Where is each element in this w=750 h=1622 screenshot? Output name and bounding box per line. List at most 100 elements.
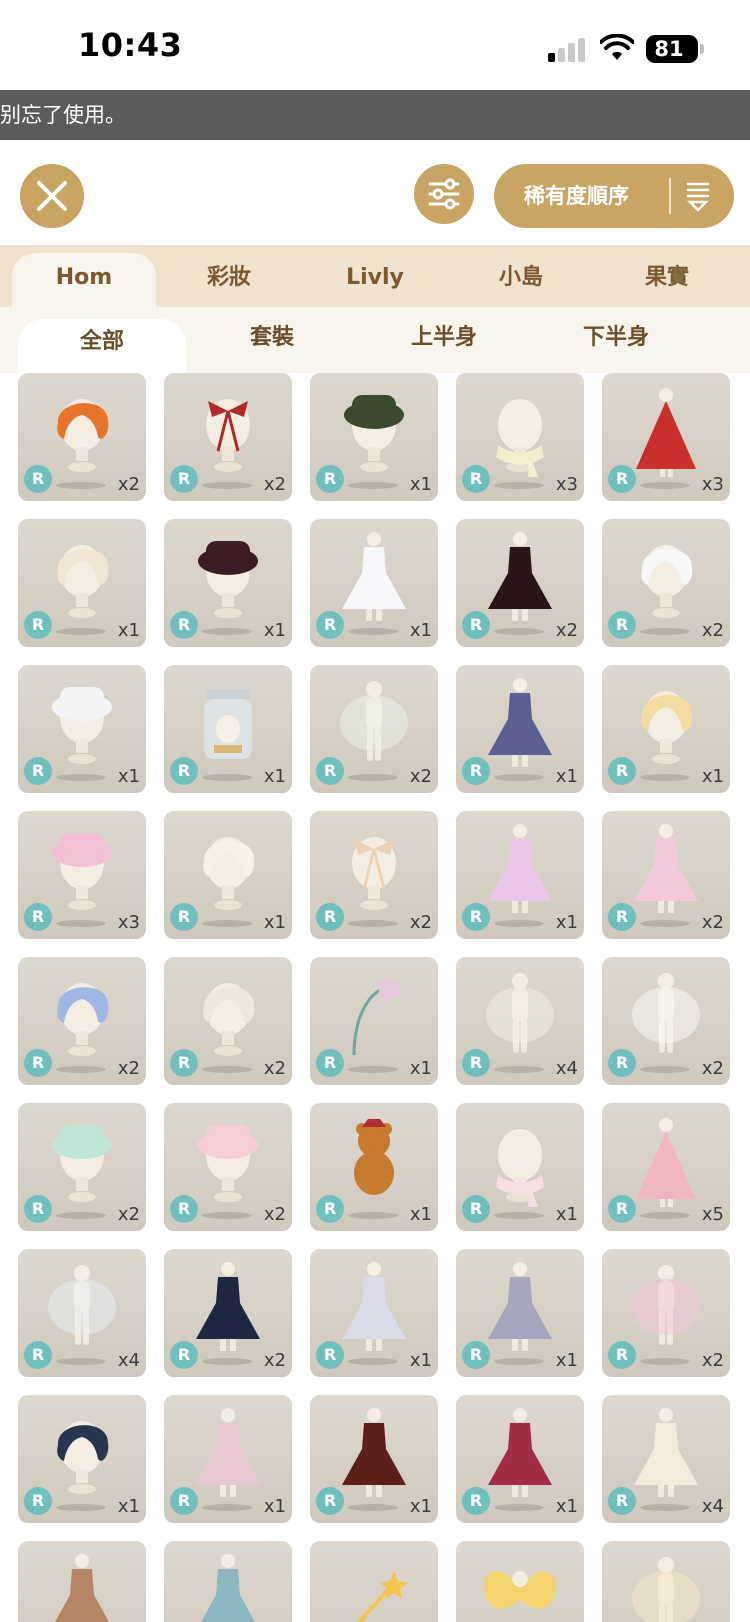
inventory-item[interactable] xyxy=(18,1541,146,1622)
inventory-item[interactable]: Rx2 xyxy=(602,811,730,939)
subcategory-tabs: 全部 套裝 上半身 下半身 xyxy=(0,307,750,373)
rarity-badge: R xyxy=(24,1049,52,1077)
tab-set[interactable]: 套裝 xyxy=(186,307,358,373)
inventory-item[interactable]: Rx1 xyxy=(456,1395,584,1523)
item-quantity: x3 xyxy=(555,474,578,495)
close-icon xyxy=(37,181,67,211)
inventory-item[interactable]: Rx2 xyxy=(602,957,730,1085)
inventory-item[interactable]: Rx3 xyxy=(456,373,584,501)
inventory-item[interactable]: Rx1 xyxy=(164,665,292,793)
rarity-badge: R xyxy=(608,465,636,493)
item-shadow xyxy=(202,920,252,927)
inventory-item[interactable]: Rx3 xyxy=(18,811,146,939)
item-dress-icon xyxy=(201,1554,255,1622)
item-quantity: x2 xyxy=(701,912,724,933)
item-shadow xyxy=(494,1212,544,1219)
item-quantity: x1 xyxy=(409,620,432,641)
inventory-item[interactable]: Rx4 xyxy=(602,1395,730,1523)
close-button[interactable] xyxy=(20,164,84,228)
item-shadow xyxy=(640,1358,690,1365)
item-shadow xyxy=(348,482,398,489)
item-quantity: x1 xyxy=(409,1204,432,1225)
inventory-item[interactable]: Rx1 xyxy=(456,665,584,793)
tab-upper-body[interactable]: 上半身 xyxy=(358,307,530,373)
cellular-signal-icon xyxy=(548,36,588,62)
inventory-item[interactable]: Rx1 xyxy=(164,519,292,647)
inventory-item[interactable]: Rx1 xyxy=(164,1395,292,1523)
inventory-item[interactable]: Rx1 xyxy=(310,1103,438,1231)
inventory-item[interactable]: Rx4 xyxy=(18,1249,146,1377)
inventory-item[interactable]: Rx2 xyxy=(18,957,146,1085)
tab-fruit[interactable]: 果實 xyxy=(594,245,740,307)
rarity-badge: R xyxy=(24,1195,52,1223)
item-shadow xyxy=(348,920,398,927)
tab-livly[interactable]: Livly xyxy=(302,245,448,307)
status-time: 10:43 xyxy=(78,26,183,64)
inventory-item[interactable]: Rx1 xyxy=(310,373,438,501)
inventory-item[interactable]: Rx1 xyxy=(310,519,438,647)
item-quantity: x4 xyxy=(555,1058,578,1079)
inventory-item[interactable] xyxy=(456,1541,584,1622)
item-quantity: x2 xyxy=(701,1350,724,1371)
tab-island[interactable]: 小島 xyxy=(448,245,594,307)
tab-all[interactable]: 全部 xyxy=(18,319,186,373)
inventory-item[interactable] xyxy=(310,1541,438,1622)
tab-hom[interactable]: Hom xyxy=(12,253,156,307)
inventory-item[interactable]: Rx1 xyxy=(310,957,438,1085)
item-quantity: x1 xyxy=(409,1496,432,1517)
rarity-badge: R xyxy=(608,1487,636,1515)
item-dress-icon xyxy=(196,1408,260,1497)
tab-lower-body[interactable]: 下半身 xyxy=(530,307,702,373)
inventory-item[interactable]: Rx5 xyxy=(602,1103,730,1231)
item-ribbon-icon xyxy=(352,837,396,910)
item-grid: Rx2 Rx2 Rx1 Rx3 Rx3 Rx1 Rx1 Rx1 Rx2 Rx2 Rx1 Rx1 Rx2 R… xyxy=(0,373,750,1622)
inventory-item[interactable]: Rx3 xyxy=(602,373,730,501)
item-hat-icon xyxy=(52,1125,112,1202)
inventory-item[interactable]: Rx2 xyxy=(310,811,438,939)
inventory-item[interactable] xyxy=(164,1541,292,1622)
inventory-item[interactable]: Rx1 xyxy=(18,1395,146,1523)
inventory-item[interactable]: Rx2 xyxy=(18,1103,146,1231)
item-quantity: x2 xyxy=(263,474,286,495)
inventory-item[interactable]: Rx1 xyxy=(602,665,730,793)
rarity-badge: R xyxy=(608,903,636,931)
filter-button[interactable] xyxy=(414,164,474,224)
rarity-badge: R xyxy=(170,1195,198,1223)
item-quantity: x2 xyxy=(117,474,140,495)
inventory-item[interactable]: Rx2 xyxy=(164,957,292,1085)
inventory-item[interactable]: Rx1 xyxy=(18,519,146,647)
item-quantity: x5 xyxy=(701,1204,724,1225)
inventory-item[interactable]: Rx1 xyxy=(456,811,584,939)
inventory-item[interactable]: Rx4 xyxy=(456,957,584,1085)
inventory-item[interactable]: Rx2 xyxy=(164,373,292,501)
inventory-item[interactable]: Rx1 xyxy=(456,1249,584,1377)
item-body-icon xyxy=(486,973,554,1053)
item-dress-icon xyxy=(634,1408,698,1497)
inventory-item[interactable]: Rx1 xyxy=(164,811,292,939)
inventory-item[interactable]: Rx1 xyxy=(310,1395,438,1523)
inventory-item[interactable]: Rx2 xyxy=(456,519,584,647)
tab-makeup[interactable]: 彩妝 xyxy=(156,245,302,307)
inventory-item[interactable]: Rx1 xyxy=(310,1249,438,1377)
item-ribbon-icon xyxy=(206,399,250,472)
inventory-item[interactable]: Rx2 xyxy=(310,665,438,793)
item-quantity: x4 xyxy=(701,1496,724,1517)
item-cape-icon xyxy=(636,1118,696,1207)
item-quantity: x2 xyxy=(117,1058,140,1079)
item-shadow xyxy=(56,1066,106,1073)
inventory-item[interactable]: Rx1 xyxy=(456,1103,584,1231)
item-quantity: x2 xyxy=(409,912,432,933)
item-body-icon xyxy=(48,1265,116,1345)
rarity-badge: R xyxy=(170,903,198,931)
inventory-item[interactable]: Rx2 xyxy=(602,519,730,647)
inventory-item[interactable]: Rx2 xyxy=(164,1249,292,1377)
sort-button[interactable]: 稀有度順序 xyxy=(494,164,734,228)
item-shadow xyxy=(202,628,252,635)
inventory-item[interactable]: Rx1 xyxy=(18,665,146,793)
inventory-item[interactable]: Rx2 xyxy=(164,1103,292,1231)
inventory-item[interactable]: Rx2 xyxy=(18,373,146,501)
item-cape-icon xyxy=(636,388,696,477)
item-dress-icon xyxy=(342,1262,406,1351)
inventory-item[interactable] xyxy=(602,1541,730,1622)
inventory-item[interactable]: Rx2 xyxy=(602,1249,730,1377)
